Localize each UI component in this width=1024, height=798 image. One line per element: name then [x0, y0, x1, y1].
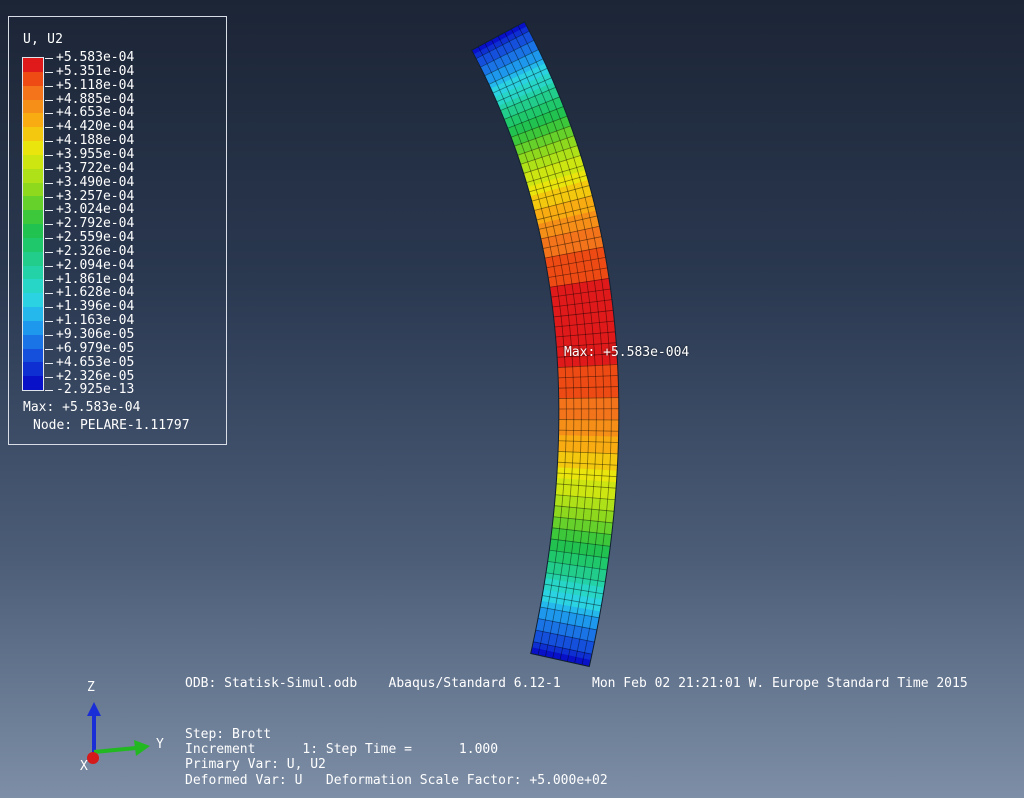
y-axis-arrowhead: [134, 740, 150, 756]
y-axis-arrow: [93, 746, 137, 754]
max-value-annotation: Max: +5.583e-004: [564, 345, 690, 360]
x-axis-marker: [87, 752, 99, 764]
increment-info-line: Increment 1: Step Time = 1.000: [185, 742, 499, 757]
y-axis-label: Y: [156, 737, 164, 752]
step-info-line: Step: Brott: [185, 727, 272, 742]
viewport-canvas[interactable]: U, U2 +5.583e-04 +5.351e-04 +5.118e-04 +4.8…: [0, 0, 1024, 798]
x-axis-label: X: [80, 759, 88, 774]
odb-info-line: ODB: Statisk-Simul.odb Abaqus/Standard 6…: [185, 676, 968, 691]
primary-var-info-line: Primary Var: U, U2: [185, 757, 326, 772]
deformed-var-info-line: Deformed Var: U Deformation Scale Factor…: [185, 773, 608, 788]
z-axis-label: Z: [87, 680, 95, 695]
z-axis-arrowhead: [87, 702, 101, 716]
